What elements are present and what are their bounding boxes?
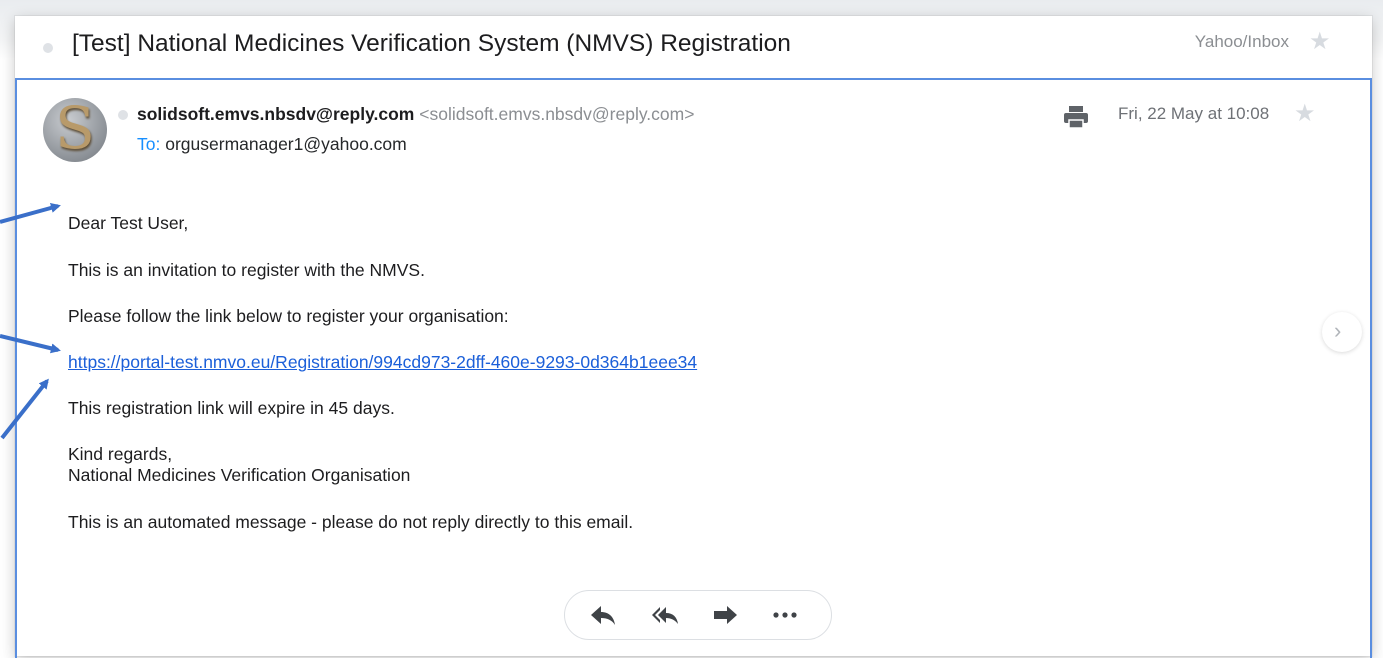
footer-text: This is an automated message - please do… bbox=[68, 512, 634, 532]
print-icon[interactable] bbox=[1063, 104, 1089, 130]
message-star-icon[interactable]: ★ bbox=[1294, 102, 1316, 126]
subject-bar: [Test] National Medicines Verification S… bbox=[15, 16, 1372, 79]
reply-icon[interactable] bbox=[589, 603, 617, 627]
greeting-text: Dear Test User, bbox=[68, 213, 189, 233]
reply-all-icon[interactable] bbox=[651, 603, 679, 627]
sender-address: <solidsoft.emvs.nbsdv@reply.com> bbox=[419, 104, 695, 124]
to-label: To: bbox=[137, 134, 161, 154]
action-toolbar bbox=[564, 590, 832, 640]
email-subject: [Test] National Medicines Verification S… bbox=[72, 30, 791, 57]
invitation-text: This is an invitation to register with t… bbox=[68, 260, 425, 280]
email-panel: [Test] National Medicines Verification S… bbox=[15, 16, 1372, 658]
sender-status-dot-icon bbox=[118, 110, 128, 120]
avatar[interactable]: S bbox=[43, 98, 107, 162]
message-card: S solidsoft.emvs.nbsdv@reply.com <solids… bbox=[15, 78, 1372, 658]
avatar-letter: S bbox=[55, 98, 95, 162]
chevron-right-icon[interactable]: › bbox=[1322, 312, 1362, 352]
sender-name[interactable]: solidsoft.emvs.nbsdv@reply.com bbox=[137, 104, 414, 124]
registration-link[interactable]: https://portal-test.nmvo.eu/Registration… bbox=[68, 352, 697, 373]
recipient-address[interactable]: orgusermanager1@yahoo.com bbox=[165, 134, 407, 154]
instruction-text: Please follow the link below to register… bbox=[68, 306, 509, 326]
unread-dot-icon[interactable] bbox=[43, 43, 53, 53]
more-icon[interactable] bbox=[771, 603, 799, 627]
forward-icon[interactable] bbox=[712, 603, 740, 627]
to-line: To: orgusermanager1@yahoo.com bbox=[137, 134, 407, 155]
star-icon[interactable]: ★ bbox=[1309, 30, 1331, 54]
folder-label[interactable]: Yahoo/Inbox bbox=[1135, 32, 1289, 52]
message-date: Fri, 22 May at 10:08 bbox=[1118, 104, 1270, 123]
expiry-text: This registration link will expire in 45… bbox=[68, 398, 395, 418]
signature-text: National Medicines Verification Organisa… bbox=[68, 465, 411, 485]
signoff-text: Kind regards, bbox=[68, 444, 173, 464]
from-line: solidsoft.emvs.nbsdv@reply.com <solidsof… bbox=[137, 104, 694, 125]
